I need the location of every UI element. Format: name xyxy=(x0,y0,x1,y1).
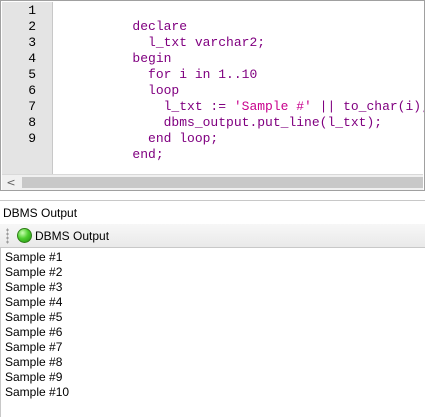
output-line: Sample #3 xyxy=(5,280,63,294)
line-number: 9 xyxy=(28,131,36,146)
line-number: 8 xyxy=(28,115,36,130)
output-line: Sample #6 xyxy=(5,325,63,339)
code-token: end; xyxy=(132,147,164,162)
line-number-gutter: 1 2 3 4 5 6 7 8 9 xyxy=(2,2,53,174)
output-line: Sample #7 xyxy=(5,340,63,354)
app-window: 1 2 3 4 5 6 7 8 9 declare l_txt varchar2… xyxy=(0,0,425,417)
code-editor[interactable]: 1 2 3 4 5 6 7 8 9 declare l_txt varchar2… xyxy=(0,0,425,191)
line-number: 4 xyxy=(28,51,36,66)
line-number: 5 xyxy=(28,67,36,82)
code-line: loop xyxy=(70,67,179,98)
output-line: Sample #10 xyxy=(5,385,70,399)
dbms-output-panel-title: DBMS Output xyxy=(0,200,425,224)
output-line: Sample #4 xyxy=(5,295,63,309)
dbms-output-toggle-button[interactable]: DBMS Output xyxy=(13,225,114,246)
line-number: 3 xyxy=(28,35,36,50)
code-line: end; xyxy=(70,131,163,162)
scroll-left-arrow-icon[interactable]: < xyxy=(2,175,20,190)
output-line: Sample #9 xyxy=(5,370,63,384)
code-line: begin xyxy=(70,35,171,66)
output-line: Sample #1 xyxy=(5,250,63,264)
dbms-output-toolbar: DBMS Output xyxy=(0,224,425,248)
horizontal-scrollbar[interactable]: < xyxy=(2,174,423,190)
output-line: Sample #5 xyxy=(5,310,63,324)
dbms-output-button-label: DBMS Output xyxy=(35,228,110,243)
scrollbar-thumb[interactable] xyxy=(22,177,423,188)
code-line: l_txt := 'Sample #' || to_char(i); xyxy=(70,83,424,114)
code-line: end loop; xyxy=(70,115,218,146)
line-number: 2 xyxy=(28,19,36,34)
line-number: 7 xyxy=(28,99,36,114)
code-text-area[interactable]: declare l_txt varchar2; begin for i in 1… xyxy=(53,2,424,174)
code-line: dbms_output.put_line(l_txt); xyxy=(70,99,382,130)
line-number: 1 xyxy=(28,3,36,18)
output-line: Sample #2 xyxy=(5,265,63,279)
code-line: for i in 1..10 xyxy=(70,51,257,82)
code-line: declare xyxy=(70,3,187,34)
toolbar-grip-icon[interactable] xyxy=(6,228,9,244)
green-status-icon xyxy=(17,228,32,243)
output-line: Sample #8 xyxy=(5,355,63,369)
line-number: 6 xyxy=(28,83,36,98)
dbms-output-text-area[interactable]: Sample #1 Sample #2 Sample #3 Sample #4 … xyxy=(0,248,425,417)
code-line: l_txt varchar2; xyxy=(70,19,265,50)
